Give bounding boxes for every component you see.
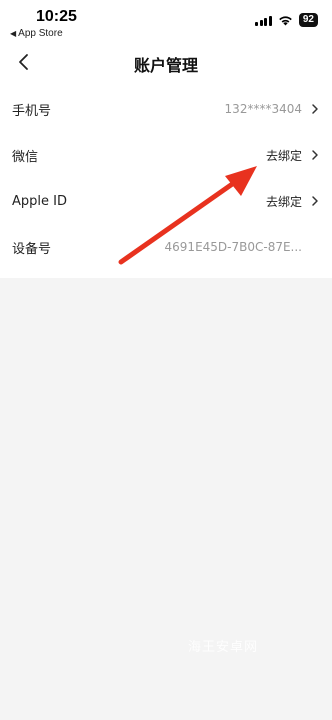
row-wechat[interactable]: 微信 去绑定 bbox=[0, 132, 332, 178]
status-icons: 92 bbox=[255, 13, 318, 27]
row-apple-id[interactable]: Apple ID 去绑定 bbox=[0, 178, 332, 224]
back-to-app-link[interactable]: ◀ App Store bbox=[10, 28, 63, 39]
status-bar: 10:25 ◀ App Store 92 bbox=[0, 0, 332, 42]
wifi-icon bbox=[279, 15, 292, 25]
status-time: 10:25 bbox=[36, 8, 77, 25]
row-phone-label: 手机号 bbox=[12, 103, 52, 119]
chevron-right-icon bbox=[312, 196, 318, 206]
account-list: 手机号 132****3404 微信 去绑定 Apple ID 去绑定 设备号 … bbox=[0, 86, 332, 278]
row-apple-id-value: 去绑定 bbox=[265, 194, 302, 209]
row-device-id-label: 设备号 bbox=[12, 241, 52, 257]
row-wechat-label: 微信 bbox=[12, 149, 39, 165]
watermark-text: 海王安卓网 bbox=[188, 640, 259, 655]
back-app-label: App Store bbox=[18, 28, 63, 39]
back-triangle-icon: ◀ bbox=[10, 29, 17, 38]
cellular-signal-icon bbox=[255, 15, 272, 26]
chevron-right-icon bbox=[312, 150, 318, 160]
row-device-id-value: 4691E45D-7B0C-87E... bbox=[164, 240, 302, 254]
row-phone[interactable]: 手机号 132****3404 bbox=[0, 86, 332, 132]
row-apple-id-label: Apple ID bbox=[12, 193, 67, 209]
header-area: 10:25 ◀ App Store 92 账户管理 bbox=[0, 0, 332, 86]
row-device-id: 设备号 4691E45D-7B0C-87E... bbox=[0, 224, 332, 270]
battery-indicator: 92 bbox=[298, 13, 318, 27]
row-phone-value: 132****3404 bbox=[224, 102, 302, 116]
navigation-bar: 账户管理 bbox=[0, 42, 332, 86]
row-wechat-value: 去绑定 bbox=[265, 148, 302, 163]
page-title: 账户管理 bbox=[133, 56, 198, 75]
chevron-right-icon bbox=[312, 104, 318, 114]
